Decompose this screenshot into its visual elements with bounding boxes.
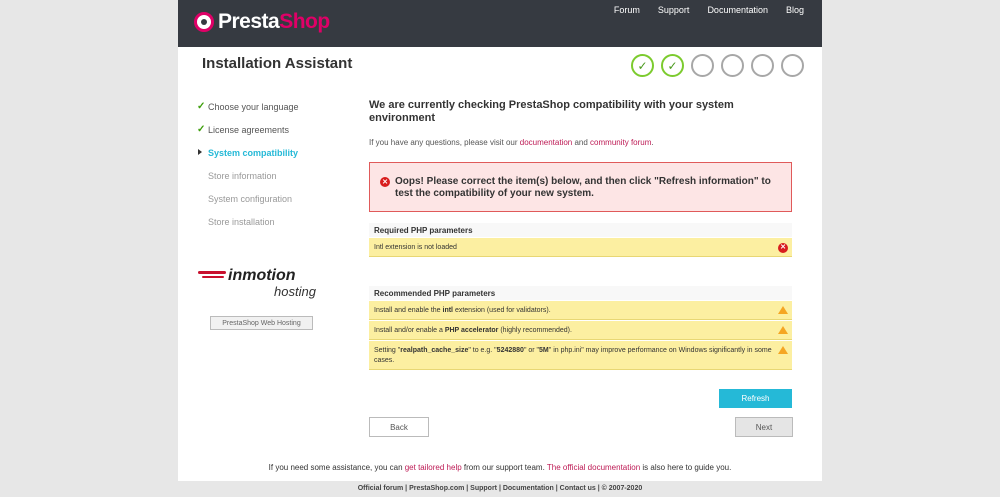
sidebar-item-compatibility: System compatibility [197, 141, 347, 164]
recommendation-row: Install and enable the intl extension (u… [369, 300, 792, 320]
top-header: PrestaShop Forum Support Documentation B… [178, 0, 822, 47]
swoosh-icon [198, 271, 226, 274]
community-forum-link[interactable]: community forum [590, 138, 651, 147]
refresh-button[interactable]: Refresh [719, 389, 792, 408]
progress-step-6 [781, 54, 804, 77]
logo-text-accent: Shop [279, 10, 330, 33]
check-icon: ✓ [197, 101, 206, 112]
back-button[interactable]: Back [369, 417, 429, 437]
web-hosting-button[interactable]: PrestaShop Web Hosting [210, 316, 313, 330]
steps-sidebar: ✓ Choose your language ✓ License agreement… [197, 95, 347, 233]
check-icon: ✓ [197, 124, 206, 135]
swoosh-icon [202, 276, 224, 278]
warning-icon [778, 346, 788, 354]
warning-icon [778, 306, 788, 314]
sidebar-item-label: License agreements [208, 124, 290, 135]
progress-step-1: ✓ [631, 54, 654, 77]
requirement-row: Intl extension is not loaded ✕ [369, 237, 792, 257]
footer-links[interactable]: Official forum | PrestaShop.com | Suppor… [0, 485, 1000, 492]
top-nav: Forum Support Documentation Blog [614, 5, 804, 15]
sidebar-item-label: Store installation [208, 216, 275, 227]
assistance-text: If you need some assistance, you can get… [268, 463, 732, 472]
section-title: Required PHP parameters [369, 223, 792, 237]
sidebar-item-language[interactable]: ✓ Choose your language [197, 95, 347, 118]
error-icon: ✕ [778, 243, 788, 253]
nav-link-blog[interactable]: Blog [786, 5, 804, 15]
sidebar-item-store-installation: Store installation [197, 210, 347, 233]
official-documentation-link[interactable]: The official documentation [547, 463, 640, 472]
next-button[interactable]: Next [735, 417, 793, 437]
recommendation-row: Install and/or enable a PHP accelerator … [369, 320, 792, 340]
compatibility-heading: We are currently checking PrestaShop com… [369, 99, 734, 124]
progress-step-5 [751, 54, 774, 77]
progress-step-2: ✓ [661, 54, 684, 77]
current-step-arrow-icon [198, 149, 202, 155]
sidebar-item-system-configuration: System configuration [197, 187, 347, 210]
intro-text: If you have any questions, please visit … [369, 138, 654, 147]
progress-step-3 [691, 54, 714, 77]
nav-link-documentation[interactable]: Documentation [707, 5, 768, 15]
partner-sub: hosting [274, 284, 316, 299]
check-icon: ✓ [667, 58, 678, 73]
error-alert: ✕ Oops! Please correct the item(s) below… [369, 162, 792, 212]
error-icon: ✕ [380, 177, 390, 187]
puffin-logo-icon [194, 12, 214, 32]
prestashop-logo[interactable]: PrestaShop [194, 10, 330, 34]
main-content: We are currently checking PrestaShop com… [369, 99, 792, 370]
sidebar-item-label: System compatibility [208, 147, 299, 158]
recommendation-row: Setting "realpath_cache_size" to e.g. "5… [369, 340, 792, 370]
nav-link-support[interactable]: Support [658, 5, 690, 15]
step-progress: ✓ ✓ [631, 54, 804, 77]
required-php-section: Required PHP parameters Intl extension i… [369, 223, 792, 257]
nav-link-forum[interactable]: Forum [614, 5, 640, 15]
partner-brand: inmotion [228, 267, 296, 284]
sidebar-item-store-information: Store information [197, 164, 347, 187]
progress-step-4 [721, 54, 744, 77]
logo-text-main: Presta [218, 10, 280, 33]
installer-panel: Installation Assistant ✓ ✓ ✓ Choose your … [178, 47, 822, 481]
sidebar-item-label: Choose your language [208, 101, 299, 112]
sidebar-item-label: System configuration [208, 193, 293, 204]
sidebar-item-label: Store information [208, 170, 277, 181]
tailored-help-link[interactable]: get tailored help [405, 463, 462, 472]
warning-icon [778, 326, 788, 334]
error-message: Oops! Please correct the item(s) below, … [395, 176, 771, 199]
check-icon: ✓ [637, 58, 648, 73]
section-title: Recommended PHP parameters [369, 286, 792, 300]
recommended-php-section: Recommended PHP parameters Install and e… [369, 286, 792, 370]
documentation-link[interactable]: documentation [520, 138, 572, 147]
page-title: Installation Assistant [202, 55, 353, 72]
sidebar-item-license[interactable]: ✓ License agreements [197, 118, 347, 141]
